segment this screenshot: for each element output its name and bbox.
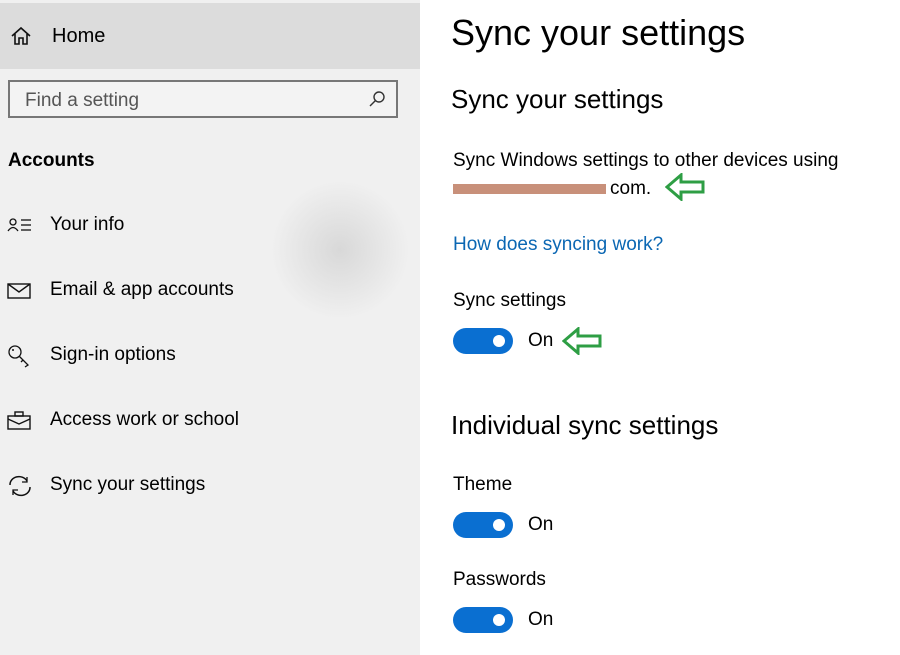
redacted-email [453, 183, 606, 194]
main-content: Sync your settings Sync your settings Sy… [420, 0, 900, 655]
page-title: Sync your settings [451, 12, 746, 53]
description-text: Sync Windows settings to other devices u… [453, 150, 839, 171]
annotation-arrow-icon [665, 173, 705, 201]
annotation-arrow-icon [562, 327, 602, 355]
section-heading: Sync your settings [451, 84, 664, 114]
toggle-knob [493, 519, 505, 531]
sidebar-item-sync-settings[interactable]: Sync your settings [0, 466, 420, 506]
home-nav-item[interactable]: Home [0, 3, 420, 69]
search-placeholder: Find a setting [25, 90, 140, 111]
email-suffix: com. [610, 178, 652, 199]
sidebar-item-sign-in-options[interactable]: Sign-in options [0, 336, 420, 376]
sidebar-item-label: Email & app accounts [50, 279, 234, 300]
section-title: Accounts [8, 150, 95, 171]
toggle-knob [493, 614, 505, 626]
mail-icon [7, 283, 31, 299]
sync-settings-state: On [528, 330, 554, 351]
search-input[interactable]: Find a setting [8, 80, 398, 118]
individual-sync-heading: Individual sync settings [451, 410, 719, 440]
home-icon [11, 26, 31, 45]
passwords-toggle[interactable] [453, 607, 513, 633]
search-icon [369, 91, 385, 107]
sidebar: Home Find a setting Accounts Your info E… [0, 0, 420, 655]
home-label: Home [52, 25, 106, 47]
briefcase-icon [7, 411, 31, 430]
sidebar-item-label: Access work or school [50, 409, 240, 430]
sidebar-item-email-accounts[interactable]: Email & app accounts [0, 271, 420, 311]
theme-state: On [528, 514, 554, 535]
sidebar-item-your-info[interactable]: Your info [0, 206, 420, 246]
sync-settings-label: Sync settings [453, 290, 566, 311]
sidebar-item-label: Sign-in options [50, 344, 176, 365]
passwords-state: On [528, 609, 554, 630]
key-icon [8, 345, 30, 368]
sidebar-item-access-work[interactable]: Access work or school [0, 401, 420, 441]
sidebar-item-label: Your info [50, 214, 125, 235]
person-list-icon [7, 218, 31, 232]
how-syncing-works-link[interactable]: How does syncing work? [453, 234, 663, 256]
theme-toggle[interactable] [453, 512, 513, 538]
passwords-label: Passwords [453, 569, 546, 590]
toggle-knob [493, 335, 505, 347]
theme-label: Theme [453, 474, 513, 495]
sync-icon [9, 475, 31, 497]
sync-settings-toggle[interactable] [453, 328, 513, 354]
sidebar-item-label: Sync your settings [50, 474, 206, 495]
